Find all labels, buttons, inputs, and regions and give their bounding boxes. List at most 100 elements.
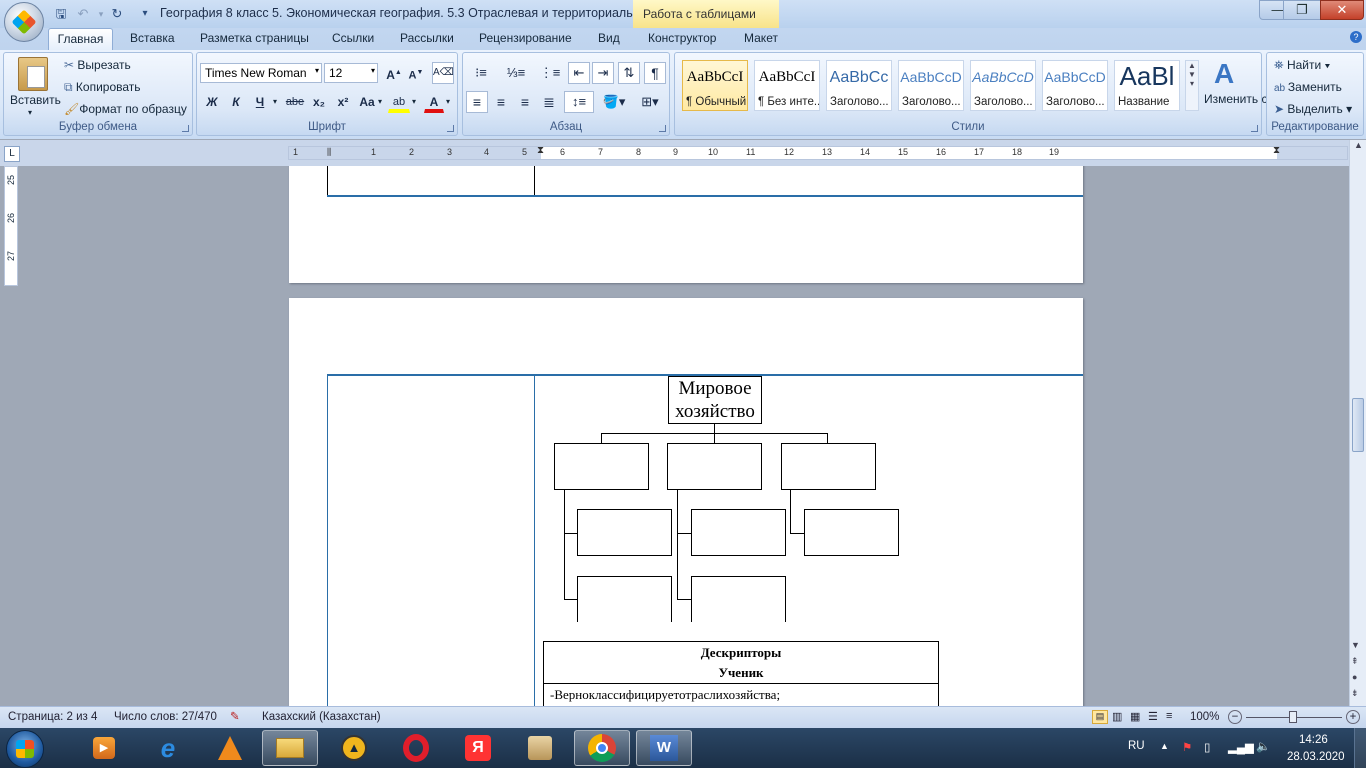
tray-expand-icon[interactable]: ▲ <box>1160 741 1169 751</box>
styles-dialog-launcher[interactable] <box>1251 125 1258 132</box>
full-screen-reading-icon[interactable]: ▥ <box>1112 710 1122 723</box>
diagram-box-l1[interactable] <box>667 443 762 490</box>
tab-insert[interactable]: Вставка <box>130 31 175 45</box>
tab-view[interactable]: Вид <box>598 31 620 45</box>
show-desktop-button[interactable] <box>1354 728 1366 768</box>
taskbar-internet-explorer[interactable]: e <box>140 730 196 766</box>
style-heading-2[interactable]: AaBbCcD Заголово... <box>898 60 964 111</box>
undo-icon[interactable]: ↶ <box>74 5 92 23</box>
quick-access-customize-icon[interactable]: ▾ <box>136 5 154 23</box>
vertical-scrollbar[interactable]: ▲ ▼ ⇞ ● ⇟ <box>1349 140 1366 706</box>
zoom-in-icon[interactable]: + <box>1346 710 1360 724</box>
align-left-icon[interactable]: ≡ <box>466 91 488 113</box>
diagram-box-l2[interactable] <box>691 509 786 556</box>
language-indicator[interactable]: RU <box>1128 740 1145 752</box>
sort-icon[interactable]: ⇅ <box>618 62 640 84</box>
power-icon[interactable]: ▯ <box>1204 740 1210 754</box>
page-count[interactable]: Страница: 2 из 4 <box>8 711 97 723</box>
clipboard-dialog-launcher[interactable] <box>182 125 189 132</box>
paste-button[interactable]: Вставить <box>10 93 61 107</box>
taskbar-app[interactable]: ▲ <box>326 730 382 766</box>
signal-icon[interactable]: ▂▄▆ <box>1228 740 1254 754</box>
style-heading-1[interactable]: AaBbCc Заголово... <box>826 60 892 111</box>
style-normal[interactable]: AaBbCcI ¶ Обычный <box>682 60 748 111</box>
scroll-down-icon[interactable]: ▼ <box>1351 640 1360 650</box>
chevron-down-icon[interactable]: ▾ <box>412 97 416 106</box>
tab-home[interactable]: Главная <box>48 28 113 51</box>
chevron-down-icon[interactable]: ▾ <box>273 97 277 106</box>
diagram-box-l2[interactable] <box>804 509 899 556</box>
restore-button[interactable]: ❐ <box>1283 0 1321 20</box>
style-title[interactable]: AaBl Название <box>1114 60 1180 111</box>
scroll-thumb[interactable] <box>1352 398 1364 452</box>
chevron-down-icon[interactable]: ▾ <box>446 97 450 106</box>
paste-dropdown-icon[interactable]: ▾ <box>28 108 32 117</box>
change-case-button[interactable]: Aa <box>356 91 378 113</box>
tab-design[interactable]: Конструктор <box>648 31 716 45</box>
replace-button[interactable]: ab Заменить <box>1274 80 1342 94</box>
tab-references[interactable]: Ссылки <box>332 31 374 45</box>
select-button[interactable]: ➤ Выделить ▾ <box>1274 102 1352 116</box>
justify-icon[interactable]: ≣ <box>538 91 560 113</box>
diagram-box-l2[interactable] <box>577 509 672 556</box>
taskbar-app2[interactable] <box>512 730 568 766</box>
ruler-col-marker[interactable]: ⫼ <box>327 147 331 158</box>
next-page-icon[interactable]: ⇟ <box>1351 688 1359 699</box>
taskbar-chrome[interactable] <box>574 730 630 766</box>
increase-indent-icon[interactable]: ⇥ <box>592 62 614 84</box>
outline-icon[interactable]: ☰ <box>1148 710 1158 723</box>
tab-review[interactable]: Рецензирование <box>479 31 572 45</box>
diagram-box-l3[interactable] <box>577 576 672 622</box>
diagram-root-box[interactable]: Мировое хозяйство <box>668 376 762 424</box>
font-size-field[interactable]: 12 ▾ <box>324 63 378 83</box>
start-button[interactable] <box>6 730 44 768</box>
show-formatting-icon[interactable]: ¶ <box>644 62 666 84</box>
align-right-icon[interactable]: ≡ <box>514 91 536 113</box>
tab-layout[interactable]: Макет <box>744 31 778 45</box>
font-color-icon[interactable]: A <box>424 91 444 113</box>
chevron-down-icon[interactable]: ▾ <box>371 66 375 75</box>
more-styles-icon[interactable]: ▾ <box>1186 79 1198 88</box>
vertical-ruler[interactable]: 25 26 27 <box>4 166 18 286</box>
change-styles-icon[interactable]: A <box>1214 58 1234 90</box>
strikethrough-button[interactable]: abe <box>284 91 306 113</box>
subscript-button[interactable]: x₂ <box>308 91 330 113</box>
tab-mailings[interactable]: Рассылки <box>400 31 454 45</box>
highlight-icon[interactable]: ab <box>388 91 410 113</box>
volume-icon[interactable]: 🔈 <box>1256 739 1270 753</box>
close-button[interactable]: ✕ <box>1320 0 1364 20</box>
draft-icon[interactable]: ≡ <box>1166 710 1172 722</box>
taskbar-vlc[interactable] <box>202 730 258 766</box>
font-name-field[interactable]: Times New Roman ▾ <box>200 63 322 83</box>
word-count[interactable]: Число слов: 27/470 <box>114 711 217 723</box>
italic-button[interactable]: К <box>226 91 246 113</box>
previous-page-icon[interactable]: ⇞ <box>1351 656 1359 667</box>
style-heading-3[interactable]: AaBbCcD Заголово... <box>970 60 1036 111</box>
help-icon[interactable]: ? <box>1350 31 1362 43</box>
diagram-box-l1[interactable] <box>781 443 876 490</box>
style-no-spacing[interactable]: AaBbCcI ¶ Без инте... <box>754 60 820 111</box>
clock-date[interactable]: 28.03.2020 <box>1287 751 1345 763</box>
right-indent-marker-icon[interactable]: ⧗ <box>1273 145 1280 156</box>
scroll-up-icon[interactable]: ▲ <box>1186 61 1198 70</box>
multilevel-list-icon[interactable]: ⋮≡ <box>536 62 564 84</box>
font-dialog-launcher[interactable] <box>447 125 454 132</box>
styles-scroll[interactable]: ▲ ▼ ▾ <box>1185 60 1199 111</box>
bullets-icon[interactable]: ⁝≡ <box>466 62 496 84</box>
tab-selector-icon[interactable]: L <box>4 146 20 162</box>
shrink-font-icon[interactable]: A▼ <box>406 62 426 84</box>
taskbar-yandex[interactable]: Я <box>450 730 506 766</box>
underline-button[interactable]: Ч <box>250 91 270 113</box>
zoom-slider-thumb[interactable] <box>1289 711 1297 723</box>
taskbar-opera[interactable] <box>388 730 444 766</box>
zoom-level[interactable]: 100% <box>1190 711 1219 723</box>
action-center-icon[interactable]: ⚑ <box>1182 740 1192 754</box>
grow-font-icon[interactable]: A▲ <box>384 62 404 84</box>
copy-button[interactable]: ⧉ Копировать <box>64 80 141 95</box>
descriptors-table[interactable]: Дескрипторы Ученик -Верноклассифицируето… <box>543 641 939 706</box>
page-2[interactable]: Мировое хозяйство Дескрипторы Ученик -Ве… <box>289 298 1083 706</box>
browse-object-icon[interactable]: ● <box>1352 672 1357 682</box>
diagram-box-l3[interactable] <box>691 576 786 622</box>
proofing-icon[interactable]: ✎ <box>230 709 240 723</box>
line-spacing-icon[interactable]: ↕≡ <box>564 91 594 113</box>
